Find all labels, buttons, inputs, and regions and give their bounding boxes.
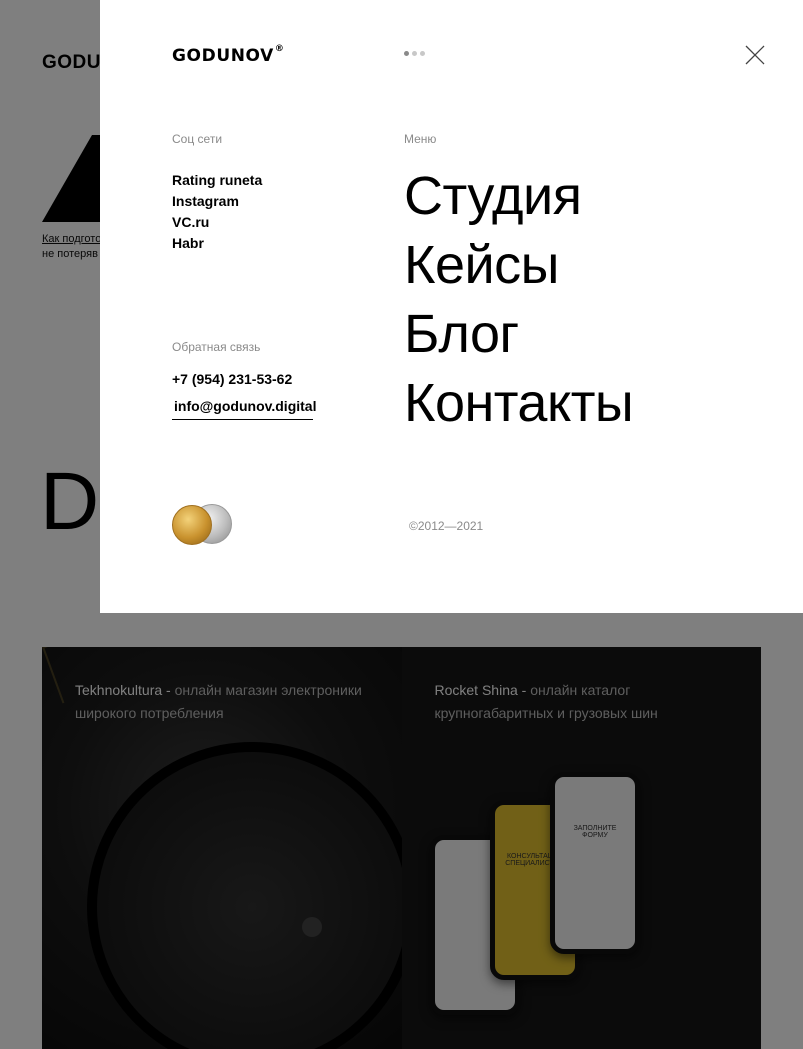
- menu-item-cases[interactable]: Кейсы: [404, 231, 633, 300]
- pager-dot: [420, 51, 425, 56]
- menu-label: Меню: [404, 132, 437, 146]
- menu-modal: GODUNOV® Соц сети Rating runeta Instagra…: [100, 0, 803, 613]
- award-medals: [172, 504, 234, 546]
- close-button[interactable]: [744, 44, 766, 66]
- menu-item-studio[interactable]: Студия: [404, 162, 633, 231]
- main-menu: Студия Кейсы Блог Контакты: [404, 162, 634, 438]
- social-links: Rating runeta Instagram VC.ru Habr: [172, 170, 262, 254]
- logo[interactable]: GODUNOV®: [172, 44, 285, 66]
- pager-dot: [412, 51, 417, 56]
- social-label: Соц сети: [172, 132, 223, 146]
- menu-item-contacts[interactable]: Контакты: [404, 369, 634, 438]
- email-link[interactable]: info@godunov.digital: [172, 398, 316, 420]
- copyright: ©2012—2021: [409, 519, 484, 533]
- social-link-vc[interactable]: VC.ru: [172, 212, 262, 233]
- registered-mark: ®: [274, 44, 285, 55]
- menu-item-blog[interactable]: Блог: [404, 300, 633, 369]
- logo-text: GODUNOV: [172, 46, 274, 66]
- phone-link[interactable]: +7 (954) 231-53-62: [172, 371, 292, 387]
- social-link-habr[interactable]: Habr: [172, 233, 262, 254]
- gold-medal-icon: [172, 505, 212, 545]
- social-link-instagram[interactable]: Instagram: [172, 191, 262, 212]
- close-icon: [745, 45, 765, 65]
- feedback-label: Обратная связь: [172, 340, 261, 354]
- social-link-rating-runeta[interactable]: Rating runeta: [172, 170, 262, 191]
- pager-dot: [404, 51, 409, 56]
- pager-dots: [404, 51, 425, 56]
